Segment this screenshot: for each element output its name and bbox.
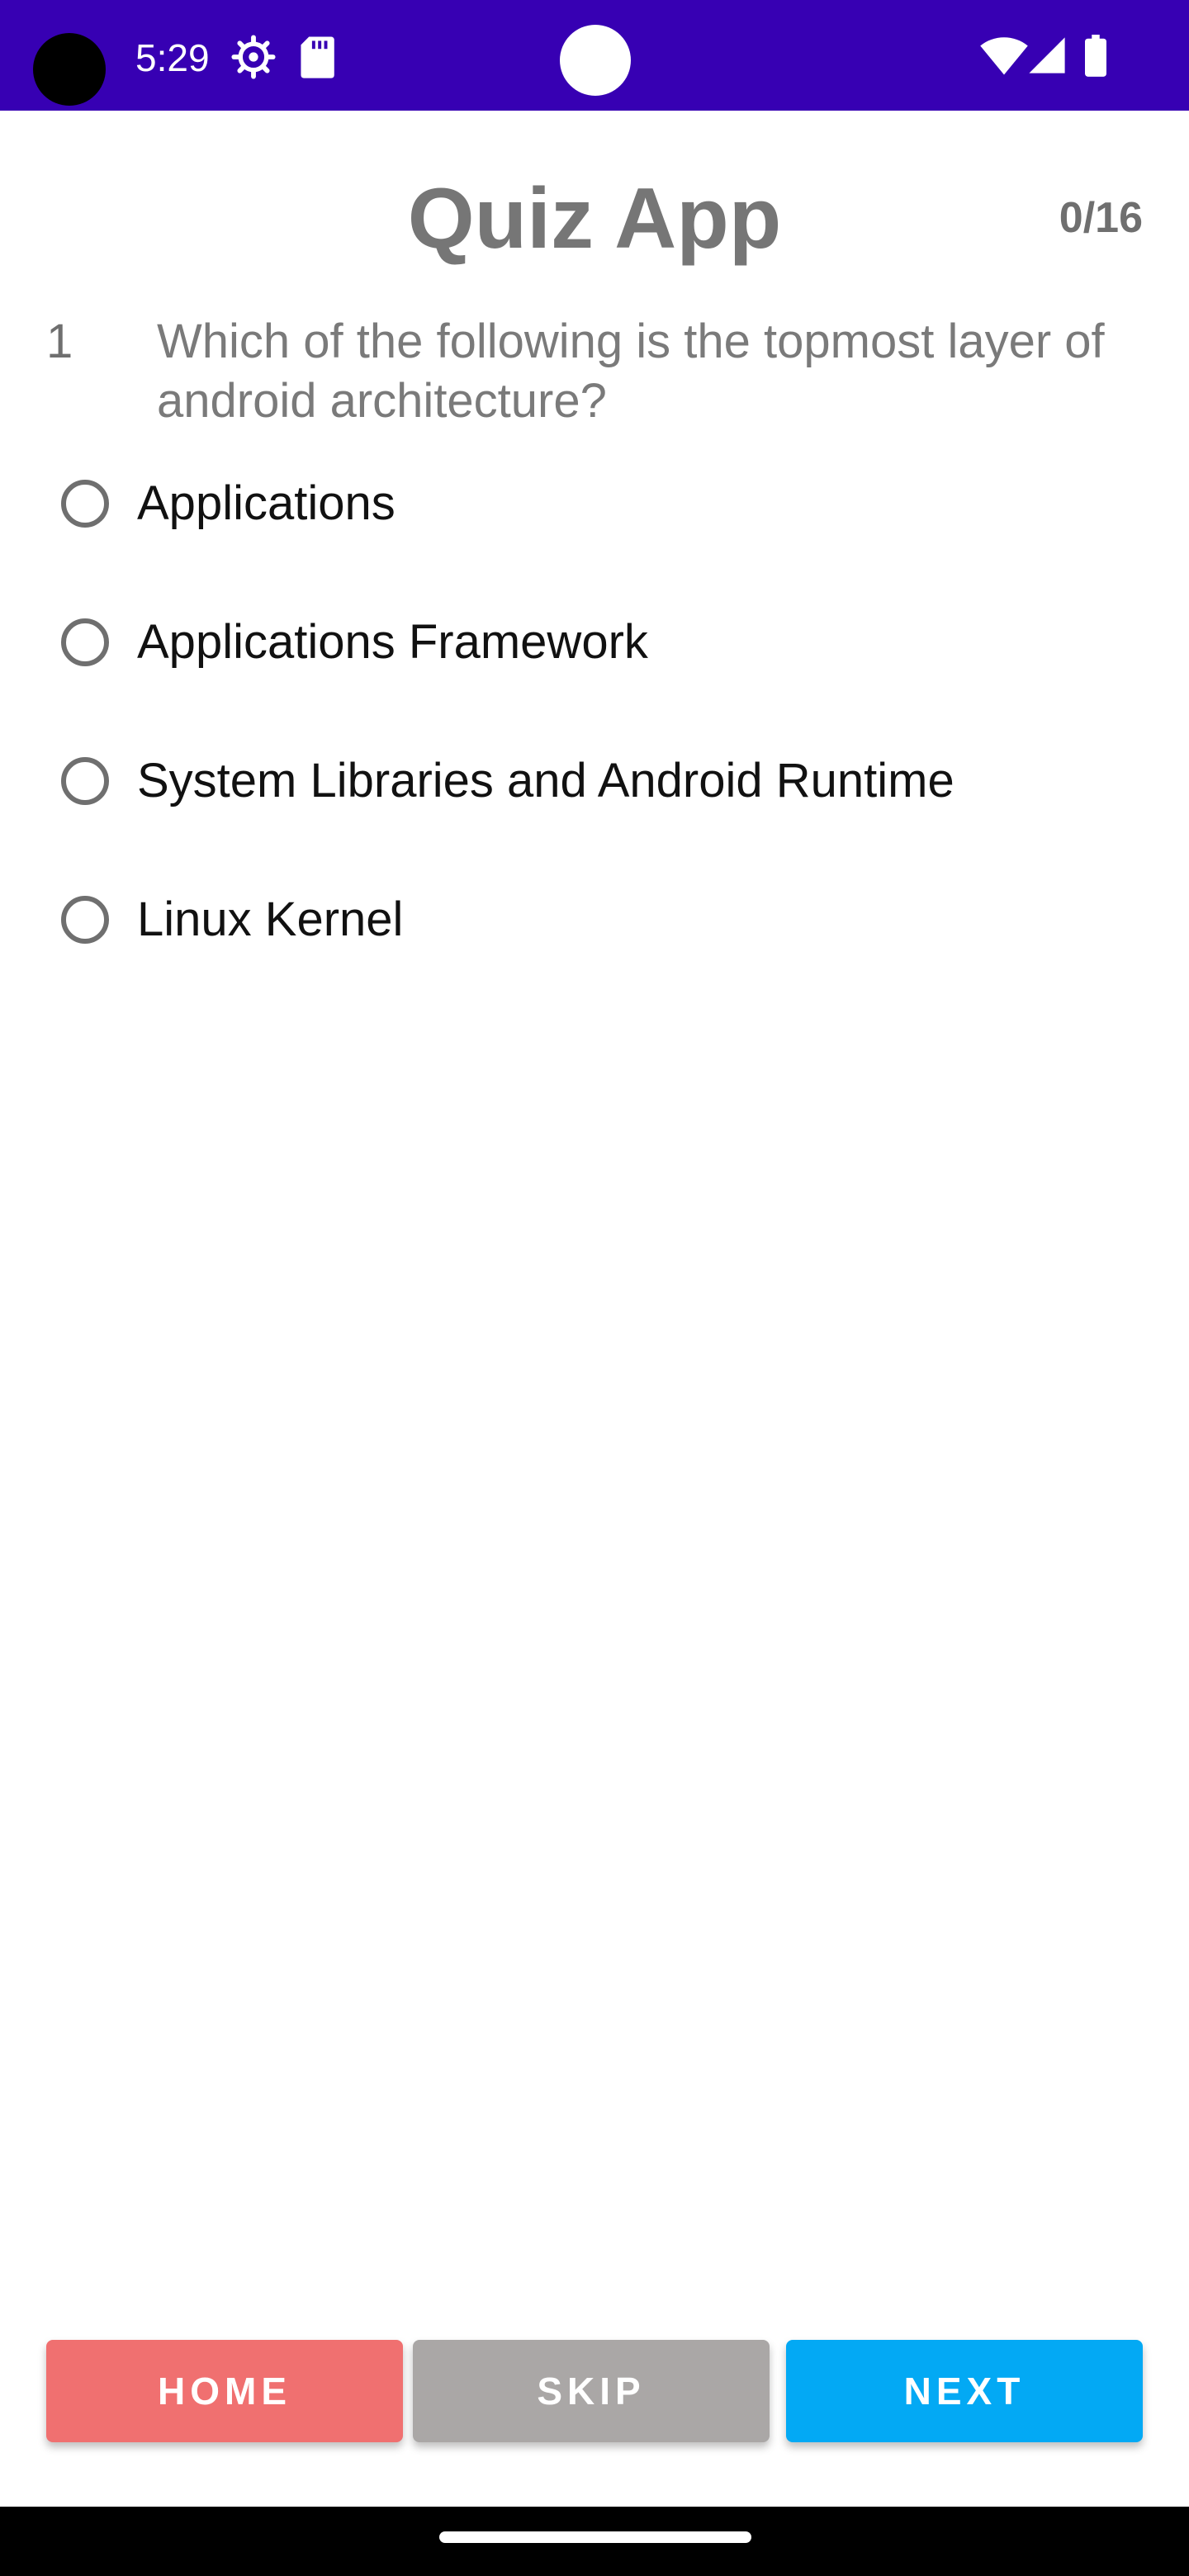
front-camera-dot [560,25,631,96]
sd-card-icon [299,35,335,83]
option-label[interactable]: System Libraries and Android Runtime [137,751,955,811]
skip-button[interactable]: SKIP [413,2340,770,2442]
option-label[interactable]: Applications Framework [137,613,648,672]
camera-cutout [33,33,106,106]
option-system-libraries[interactable]: System Libraries and Android Runtime [61,746,1135,816]
radio-button-unchecked-icon[interactable] [61,896,109,944]
option-applications[interactable]: Applications [61,469,1135,538]
radio-button-unchecked-icon[interactable] [61,757,109,805]
gesture-home-indicator[interactable] [439,2531,751,2543]
question-number: 1 [46,315,73,368]
option-linux-kernel[interactable]: Linux Kernel [61,885,1135,954]
next-button[interactable]: NEXT [786,2340,1143,2442]
app-title: Quiz App [407,171,782,267]
cellular-signal-icon [1027,35,1067,80]
option-applications-framework[interactable]: Applications Framework [61,608,1135,677]
status-bar: 5:29 [0,0,1189,111]
answer-options-group: Applications Applications Framework Syst… [61,469,1135,1024]
option-label[interactable]: Linux Kernel [137,890,403,949]
question-text: Which of the following is the topmost la… [157,315,1105,428]
battery-icon [1083,35,1108,82]
settings-gear-icon [231,35,276,83]
question-progress-counter: 0/16 [1059,194,1143,242]
radio-button-unchecked-icon[interactable] [61,480,109,528]
navigation-bar [0,2507,1189,2576]
option-label[interactable]: Applications [137,474,396,533]
radio-button-unchecked-icon[interactable] [61,618,109,666]
wifi-icon [979,35,1029,82]
home-button[interactable]: HOME [46,2340,403,2442]
status-time: 5:29 [135,36,210,79]
